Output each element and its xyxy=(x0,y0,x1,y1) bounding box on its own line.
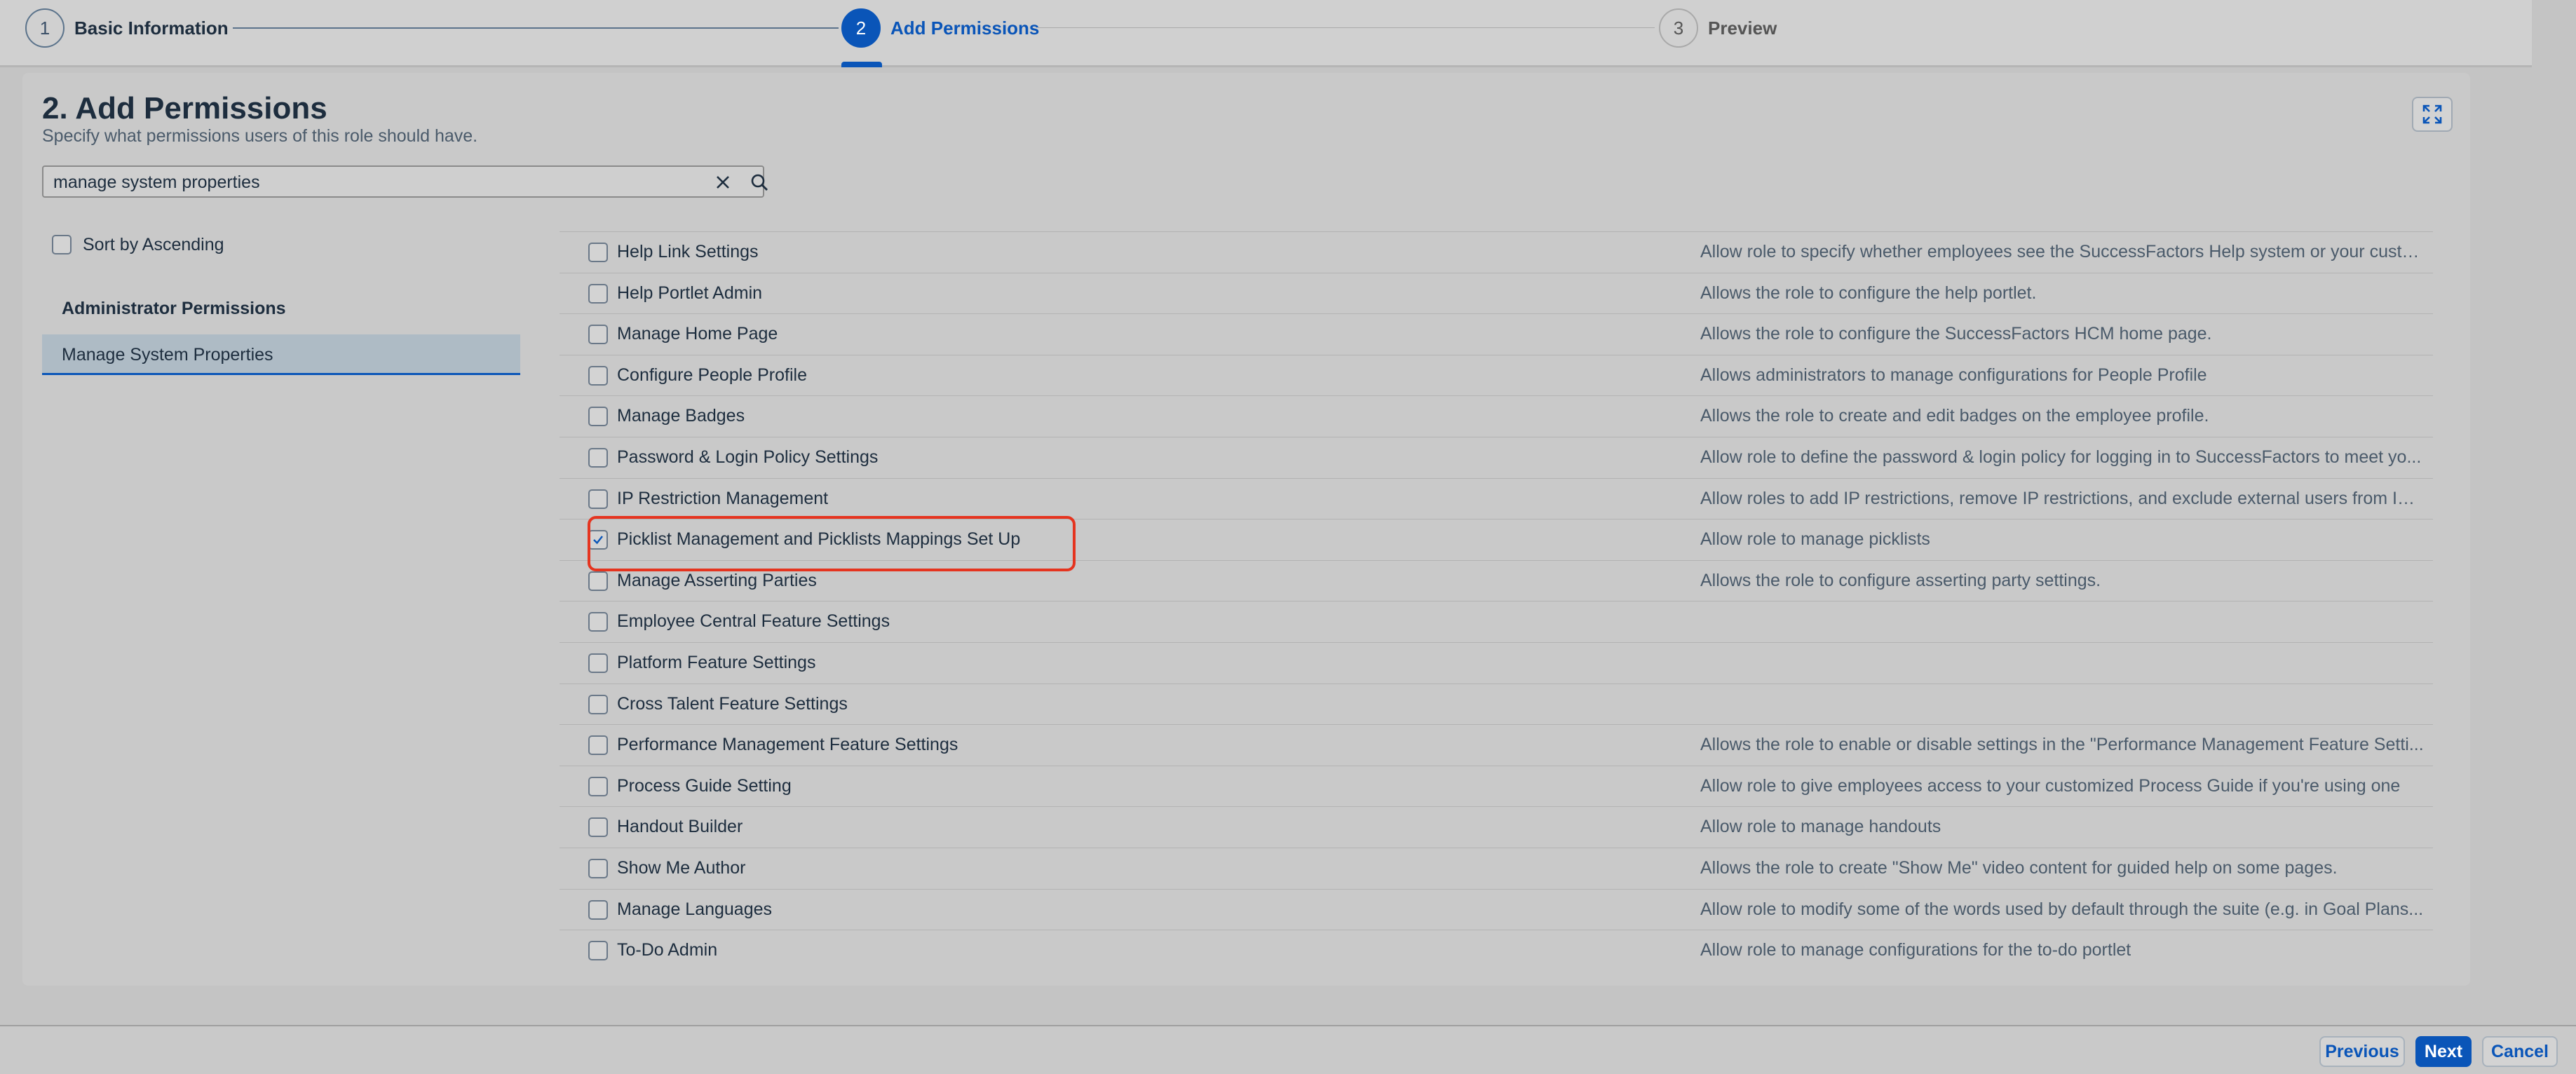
permission-name: Help Portlet Admin xyxy=(617,283,763,303)
permission-description: Allows the role to create "Show Me" vide… xyxy=(1700,857,2338,878)
permission-description: Allow role to manage handouts xyxy=(1700,817,1941,837)
previous-button[interactable]: Previous xyxy=(2319,1036,2405,1067)
permission-row[interactable]: Cross Talent Feature Settings xyxy=(560,683,2433,725)
permission-name: Password & Login Policy Settings xyxy=(617,447,879,467)
step-connector-1 xyxy=(233,27,839,29)
permission-row[interactable]: Employee Central Feature Settings xyxy=(560,601,2433,642)
permission-checkbox[interactable] xyxy=(588,817,608,838)
permission-name: IP Restriction Management xyxy=(617,488,829,508)
permission-description: Allow roles to add IP restrictions, remo… xyxy=(1700,488,2426,508)
wizard-step-basic-information[interactable]: 1 Basic Information xyxy=(25,8,229,48)
permission-name: Cross Talent Feature Settings xyxy=(617,693,848,714)
step-number: 1 xyxy=(25,8,65,48)
permission-description: Allow role to give employees access to y… xyxy=(1700,775,2401,796)
permission-row[interactable]: Manage Languages Allow role to modify som… xyxy=(560,888,2433,930)
permission-row[interactable]: Manage Badges Allows the role to create a… xyxy=(560,395,2433,437)
permission-row[interactable]: Platform Feature Settings xyxy=(560,641,2433,684)
permission-name: Manage Asserting Parties xyxy=(617,570,817,590)
permission-name: Manage Languages xyxy=(617,899,773,919)
sidebar-item-manage-system-properties[interactable]: Manage System Properties xyxy=(42,334,520,375)
permission-checkbox[interactable] xyxy=(588,694,608,714)
permission-name: Performance Management Feature Settings xyxy=(617,735,958,755)
permission-description: Allows the role to configure the Success… xyxy=(1700,324,2212,344)
permission-description: Allow role to define the password & logi… xyxy=(1700,447,2422,467)
permission-description: Allow role to manage configurations for … xyxy=(1700,940,2131,960)
permission-row[interactable]: Process Guide Setting Allow role to give … xyxy=(560,765,2433,807)
permission-name: Process Guide Setting xyxy=(617,775,792,796)
search-input[interactable] xyxy=(53,171,705,193)
permission-row[interactable]: To-Do Admin Allow role to manage configur… xyxy=(560,930,2433,971)
permission-checkbox[interactable] xyxy=(588,571,608,591)
permission-row[interactable]: Performance Management Feature Settings A… xyxy=(560,724,2433,766)
clear-icon[interactable] xyxy=(714,173,732,191)
permission-name: Handout Builder xyxy=(617,817,743,837)
sort-ascending-option[interactable]: Sort by Ascending xyxy=(52,233,224,257)
permission-description: Allow role to manage picklists xyxy=(1700,529,1930,550)
permissions-panel: 2. Add Permissions Specify what permissi… xyxy=(22,73,2470,986)
wizard-step-add-permissions[interactable]: 2 Add Permissions xyxy=(841,8,1039,48)
permission-list: Help Link Settings Allow role to specify … xyxy=(560,231,2433,971)
active-step-indicator xyxy=(841,62,882,67)
permission-checkbox[interactable] xyxy=(588,407,608,427)
permission-description: Allow role to modify some of the words u… xyxy=(1700,899,2424,919)
permission-checkbox[interactable] xyxy=(588,941,608,961)
sidebar-section-header: Administrator Permissions xyxy=(62,299,286,318)
permission-row[interactable]: Configure People Profile Allows administr… xyxy=(560,354,2433,396)
permission-name: Help Link Settings xyxy=(617,242,759,261)
permission-description: Allows the role to configure asserting p… xyxy=(1700,570,2101,590)
cancel-button[interactable]: Cancel xyxy=(2482,1036,2558,1067)
search-field[interactable] xyxy=(42,165,768,198)
page-subtitle: Specify what permissions users of this r… xyxy=(42,126,478,146)
permission-checkbox[interactable] xyxy=(588,365,608,386)
permission-row[interactable]: Password & Login Policy Settings Allow ro… xyxy=(560,436,2433,478)
permission-name: To-Do Admin xyxy=(617,940,718,960)
permission-row[interactable]: Handout Builder Allow role to manage hand… xyxy=(560,806,2433,848)
permission-checkbox[interactable] xyxy=(588,283,608,304)
permission-row[interactable]: IP Restriction Management Allow roles to … xyxy=(560,477,2433,519)
permission-row[interactable]: Manage Home Page Allows the role to confi… xyxy=(560,313,2433,355)
permission-description: Allows administrators to manage configur… xyxy=(1700,365,2207,385)
step-label: Basic Information xyxy=(74,17,229,39)
permission-checkbox[interactable] xyxy=(588,735,608,756)
permission-name: Configure People Profile xyxy=(617,365,807,385)
sort-ascending-checkbox[interactable] xyxy=(52,235,72,254)
expand-button[interactable] xyxy=(2412,97,2453,132)
step-label: Add Permissions xyxy=(890,17,1040,39)
next-button[interactable]: Next xyxy=(2415,1036,2472,1067)
expand-icon xyxy=(2422,104,2442,124)
permission-description: Allows the role to enable or disable set… xyxy=(1700,735,2424,755)
permission-checkbox[interactable] xyxy=(588,653,608,673)
wizard-step-preview[interactable]: 3 Preview xyxy=(1659,8,1777,48)
permission-description: Allows the role to configure the help po… xyxy=(1700,283,2037,303)
permission-name: Manage Badges xyxy=(617,406,745,426)
permission-name: Employee Central Feature Settings xyxy=(617,611,890,632)
permission-checkbox[interactable] xyxy=(588,612,608,632)
permission-checkbox[interactable] xyxy=(588,858,608,878)
permission-row[interactable]: Help Link Settings Allow role to specify … xyxy=(560,231,2433,273)
permission-checkbox[interactable] xyxy=(588,243,608,262)
permission-description: Allows the role to create and edit badge… xyxy=(1700,406,2209,426)
highlight-box xyxy=(588,516,1076,571)
step-number: 2 xyxy=(841,8,881,48)
permission-checkbox[interactable] xyxy=(588,489,608,509)
permission-name: Show Me Author xyxy=(617,857,746,878)
permission-row[interactable]: Help Portlet Admin Allows the role to con… xyxy=(560,272,2433,314)
wizard-header: 1 Basic Information 2 Add Permissions 3 … xyxy=(0,0,2532,67)
search-icon[interactable] xyxy=(750,173,768,191)
permission-name: Manage Home Page xyxy=(617,324,778,344)
step-connector-2 xyxy=(1038,27,1655,28)
page-title: 2. Add Permissions xyxy=(42,91,327,125)
permission-description: Allow role to specify whether employees … xyxy=(1700,242,2426,261)
footer-toolbar: Previous Next Cancel xyxy=(0,1025,2576,1074)
permission-name: Platform Feature Settings xyxy=(617,652,816,672)
permission-checkbox[interactable] xyxy=(588,325,608,345)
permission-checkbox[interactable] xyxy=(588,447,608,468)
step-number: 3 xyxy=(1659,8,1698,48)
permission-checkbox[interactable] xyxy=(588,776,608,796)
permission-row[interactable]: Show Me Author Allows the role to create … xyxy=(560,847,2433,889)
permission-checkbox[interactable] xyxy=(588,899,608,920)
sort-ascending-label: Sort by Ascending xyxy=(83,234,224,254)
step-label: Preview xyxy=(1708,17,1777,39)
